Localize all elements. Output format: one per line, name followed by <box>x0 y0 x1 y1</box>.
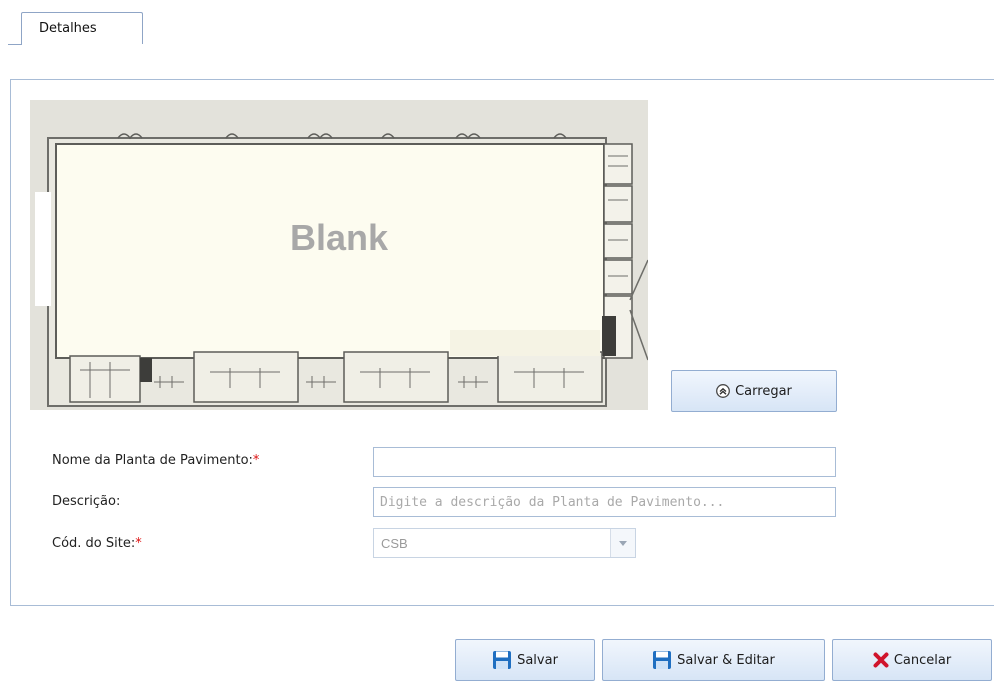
cancel-button[interactable]: Cancelar <box>832 639 992 681</box>
floorplan-watermark: Blank <box>290 217 389 258</box>
floppy-disk-icon <box>652 650 672 670</box>
description-input[interactable] <box>373 487 836 517</box>
site-code-select[interactable]: CSB <box>373 528 636 558</box>
site-code-label: Cód. do Site:* <box>52 536 142 551</box>
name-label: Nome da Planta de Pavimento:* <box>52 453 260 468</box>
save-and-edit-label: Salvar & Editar <box>677 652 775 668</box>
chevron-down-icon[interactable] <box>610 529 635 557</box>
floorplan-image: Blank <box>30 100 648 410</box>
floppy-disk-icon <box>492 650 512 670</box>
double-chevron-up-icon <box>716 384 731 398</box>
red-x-icon <box>873 652 889 668</box>
site-code-value: CSB <box>381 536 408 551</box>
save-label: Salvar <box>517 652 558 668</box>
carregar-button[interactable]: Carregar <box>671 370 837 412</box>
save-and-edit-button[interactable]: Salvar & Editar <box>602 639 825 681</box>
tab-baseline <box>8 44 22 45</box>
description-label: Descrição: <box>52 494 121 509</box>
tab-strip: Detalhes <box>0 0 994 50</box>
tab-label: Detalhes <box>39 21 97 36</box>
tab-detalhes[interactable]: Detalhes <box>21 12 143 44</box>
required-mark: * <box>135 536 142 551</box>
required-mark: * <box>252 453 260 468</box>
floorplan-name-input[interactable] <box>373 447 836 477</box>
cancel-label: Cancelar <box>893 652 952 668</box>
carregar-label: Carregar <box>735 383 792 399</box>
save-button[interactable]: Salvar <box>455 639 595 681</box>
